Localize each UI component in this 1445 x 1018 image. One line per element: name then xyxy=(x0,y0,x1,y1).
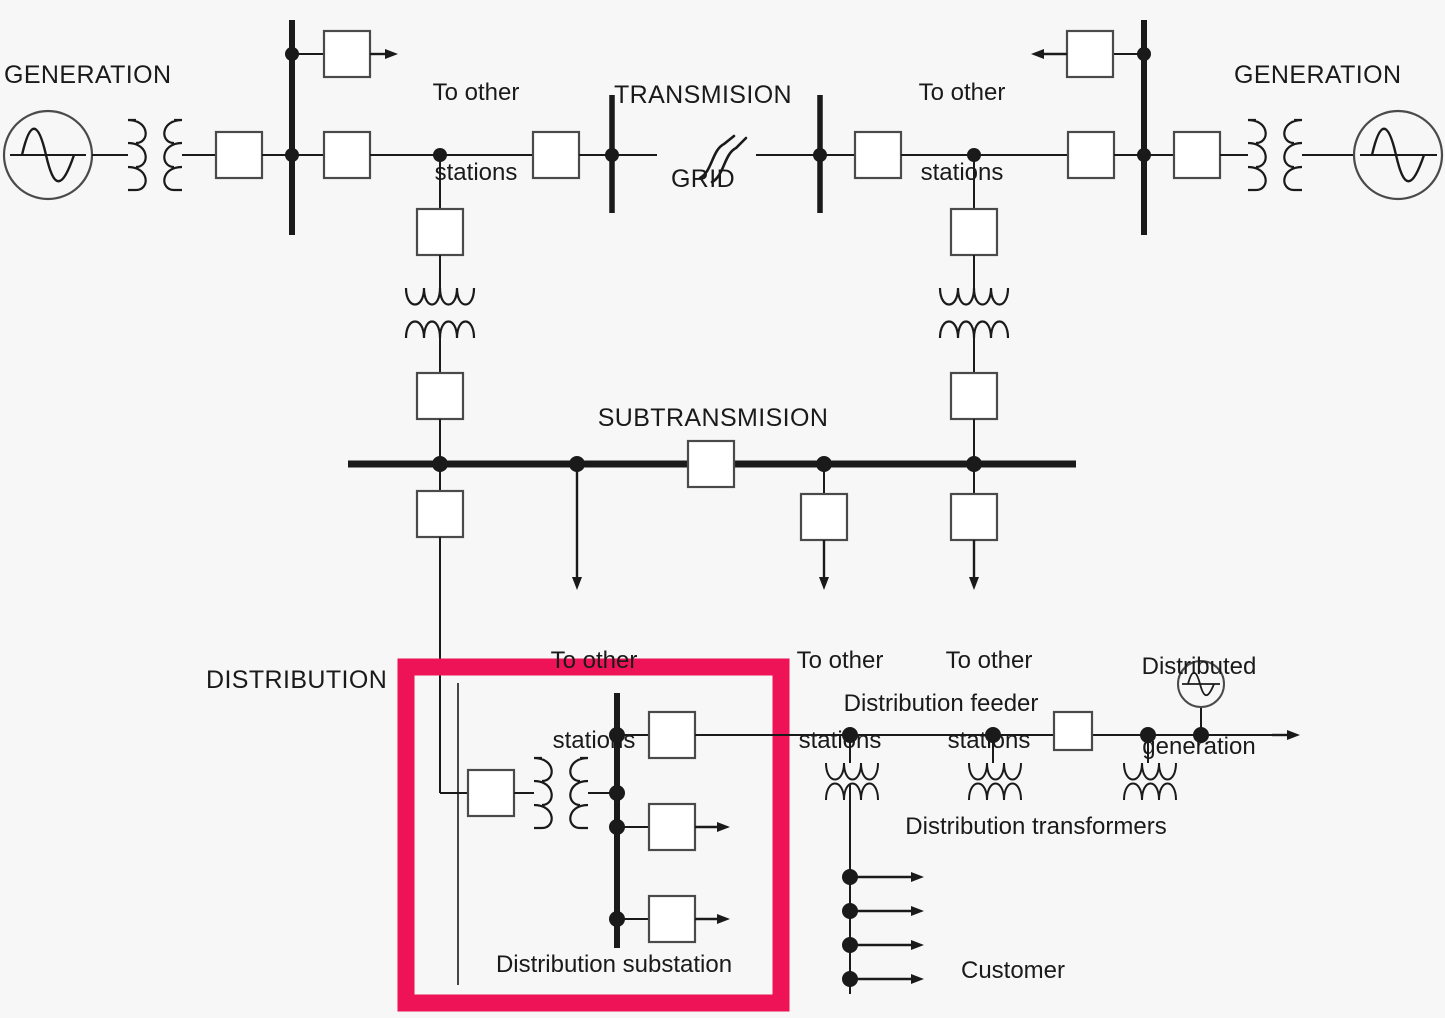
label-to-other-stations-1: To other stations xyxy=(433,26,520,241)
transformer-generator-right xyxy=(1247,118,1354,192)
breaker-stepdown-left-lv xyxy=(415,371,465,421)
breaker-stepdown-right-lv xyxy=(949,371,999,421)
breaker-other-stations-b xyxy=(949,492,999,542)
label-to-other-stations-3: To other stations xyxy=(551,594,638,809)
label-line: GRID xyxy=(670,165,736,193)
label-line: stations xyxy=(798,727,882,755)
label-to-other-stations-2: To other stations xyxy=(919,26,1006,241)
breaker-feeder-3 xyxy=(647,894,697,944)
breaker-feeder-2 xyxy=(647,802,697,852)
label-line: TRANSMISION xyxy=(613,81,793,109)
label-distribution: DISTRIBUTION xyxy=(206,666,388,694)
label-line: Distributed xyxy=(1141,652,1257,680)
label-line: To other xyxy=(918,78,1006,106)
label-distribution-substation: Distribution substation xyxy=(495,951,733,978)
breaker-trans-mid-left xyxy=(531,130,581,180)
customer-service-taps xyxy=(842,869,924,987)
label-line: To other xyxy=(796,646,884,674)
generator-right xyxy=(1352,109,1444,201)
breaker-bus-tie-subtransmission xyxy=(686,439,736,489)
breaker-gen-right xyxy=(1172,130,1222,180)
breaker-tie-right-top xyxy=(1065,29,1115,79)
breaker-trans-right xyxy=(1066,130,1116,180)
label-line: stations xyxy=(947,727,1031,755)
label-line: To other xyxy=(432,78,520,106)
label-distribution-feeder: Distribution feeder xyxy=(843,690,1039,717)
label-line: To other xyxy=(945,646,1033,674)
breaker-dist-substation-hv xyxy=(466,768,516,818)
label-transmission-grid: TRANSMISION GRID xyxy=(614,25,792,249)
breaker-feeder-main xyxy=(647,710,697,760)
breaker-trans-left xyxy=(322,130,372,180)
breaker-gen-left xyxy=(214,130,264,180)
label-line: stations xyxy=(434,159,518,187)
transformer-stepdown-right xyxy=(938,287,1010,339)
label-distribution-transformers: Distribution transformers xyxy=(905,813,1167,840)
breaker-tie-left-top xyxy=(322,29,372,79)
label-line: To other xyxy=(550,646,638,674)
breaker-other-stations-a xyxy=(799,492,849,542)
label-generation-left: GENERATION xyxy=(4,61,172,89)
transformer-generator-left xyxy=(127,118,216,192)
label-distributed-generation: Distributed generation xyxy=(1142,600,1257,815)
label-subtransmision: SUBTRANSMISION xyxy=(597,404,829,432)
label-line: Customer xyxy=(960,956,1066,984)
label-customer-services: Customer services xyxy=(961,904,1065,1018)
transformer-stepdown-left xyxy=(404,287,476,339)
label-line: generation xyxy=(1142,733,1256,761)
label-generation-right: GENERATION xyxy=(1234,61,1402,89)
generator-left xyxy=(2,109,128,201)
label-line: stations xyxy=(920,159,1004,187)
breaker-feeder-sectionalizer xyxy=(1052,710,1094,752)
breaker-trans-mid-right xyxy=(853,130,903,180)
power-system-diagram: GENERATION To other stations TRANSMISION… xyxy=(0,0,1445,1018)
label-line: stations xyxy=(552,727,636,755)
breaker-dist-feed xyxy=(415,489,465,539)
